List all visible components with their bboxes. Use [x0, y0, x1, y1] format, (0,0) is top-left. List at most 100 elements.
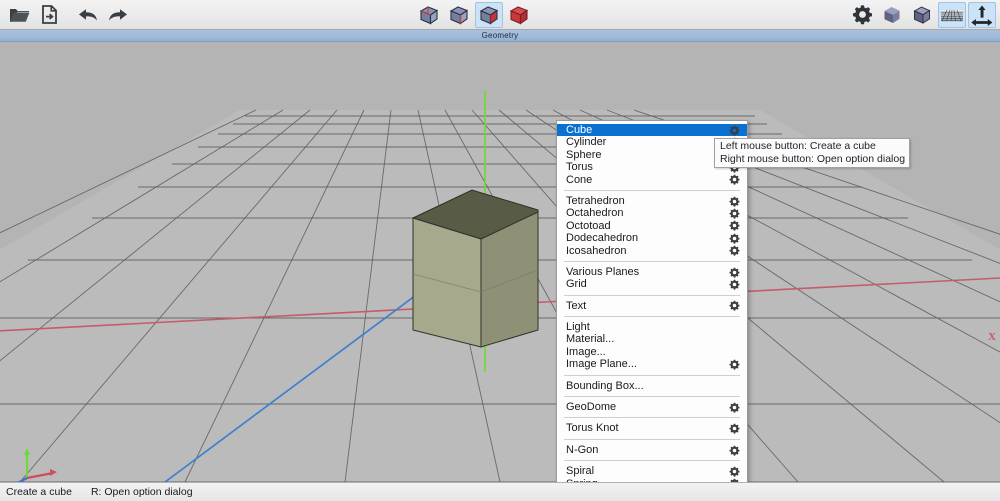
status-shortcut: R: Open option dialog — [90, 486, 193, 498]
menu-item-octahedron[interactable]: Octahedron — [557, 207, 747, 219]
menu-item-label: Cube — [566, 124, 593, 136]
menu-item-n-gon[interactable]: N-Gon — [557, 444, 747, 456]
menu-separator — [564, 374, 740, 376]
geometry-bar[interactable]: Geometry — [0, 30, 1000, 42]
menu-item-options-gear-icon[interactable] — [725, 423, 743, 434]
solid-cube-icon — [884, 6, 900, 23]
show-axis-button[interactable] — [968, 1, 996, 28]
menu-item-label: Grid — [566, 278, 587, 291]
axis-gizmo-icon — [971, 5, 993, 26]
menu-item-options-gear-icon[interactable] — [725, 233, 743, 244]
menu-separator — [564, 396, 740, 398]
display-wireframe-button[interactable] — [415, 2, 443, 28]
undo-button[interactable] — [74, 2, 102, 28]
menu-separator — [564, 260, 740, 262]
menu-item-options-gear-icon[interactable] — [725, 445, 743, 456]
menu-item-options-gear-icon[interactable] — [725, 267, 743, 278]
menu-item-image-plane[interactable]: Image Plane... — [557, 358, 747, 370]
menu-item-label: Octotoad — [566, 219, 611, 232]
toolbar-display-mode-group — [414, 0, 534, 30]
menu-item-label: Cone — [566, 173, 593, 186]
geometry-context-menu[interactable]: Cube Cylinder Sphere Torus Cone Tetrahedron Oc… — [556, 120, 748, 495]
show-grid-button[interactable] — [938, 1, 966, 28]
wire-cube-button[interactable] — [908, 2, 936, 28]
menu-item-image[interactable]: Image... — [557, 346, 747, 358]
menu-item-text[interactable]: Text — [557, 300, 747, 312]
solid-cube-button[interactable] — [878, 2, 906, 28]
menu-item-options-gear-icon[interactable] — [725, 196, 743, 207]
menu-item-options-gear-icon[interactable] — [725, 245, 743, 256]
menu-item-cone[interactable]: Cone — [557, 174, 747, 186]
export-file-button[interactable] — [35, 2, 63, 28]
geometry-bar-title: Geometry — [481, 31, 519, 40]
gear-icon — [729, 125, 739, 136]
menu-group: Bounding Box... — [557, 379, 747, 393]
menu-separator — [564, 294, 740, 296]
menu-separator — [564, 417, 740, 419]
menu-item-options-gear-icon[interactable] — [725, 174, 743, 185]
menu-item-dodecahedron[interactable]: Dodecahedron — [557, 232, 747, 244]
gear-icon — [729, 196, 739, 207]
gear-icon — [729, 267, 739, 278]
viewport-canvas: X Z — [0, 42, 1000, 482]
menu-group: Tetrahedron Octahedron Octotoad Dodecahedro… — [557, 194, 747, 258]
gear-icon — [729, 174, 739, 185]
menu-item-material[interactable]: Material... — [557, 333, 747, 345]
menu-item-label: Bounding Box... — [566, 379, 644, 392]
redo-button[interactable] — [104, 2, 132, 28]
menu-item-options-gear-icon[interactable] — [725, 220, 743, 232]
menu-item-geodome[interactable]: GeoDome — [557, 401, 747, 413]
menu-item-icosahedron[interactable]: Icosahedron — [557, 245, 747, 257]
menu-item-options-gear-icon[interactable] — [725, 125, 743, 136]
application-window: Geometry X Cube Cylinder Sphere Torus Co… — [0, 0, 1000, 501]
gear-icon — [729, 402, 739, 413]
status-bar: Create a cube R: Open option dialog — [0, 482, 1000, 501]
menu-item-label: Sphere — [566, 148, 602, 161]
viewport-3d[interactable]: X Z — [0, 42, 1000, 482]
display-wireframe-icon — [419, 5, 439, 25]
menu-item-various-planes[interactable]: Various Planes — [557, 266, 747, 278]
gear-icon — [729, 279, 739, 290]
open-file-button[interactable] — [5, 2, 33, 28]
menu-item-options-gear-icon[interactable] — [725, 208, 743, 219]
menu-item-tetrahedron[interactable]: Tetrahedron — [557, 195, 747, 207]
menu-item-label: Dodecahedron — [566, 232, 639, 245]
gear-icon — [852, 5, 872, 25]
menu-item-label: Torus Knot — [566, 422, 619, 435]
menu-item-cube[interactable]: Cube — [557, 124, 747, 137]
display-shaded-icon — [509, 5, 529, 25]
toolbar-file-group — [4, 0, 133, 30]
menu-item-label: Light — [566, 321, 590, 334]
menu-item-options-gear-icon[interactable] — [725, 402, 743, 413]
main-toolbar — [0, 0, 1000, 30]
gear-icon — [729, 423, 739, 434]
menu-item-label: Tetrahedron — [566, 194, 625, 207]
menu-item-options-gear-icon[interactable] — [725, 466, 743, 477]
menu-item-options-gear-icon[interactable] — [725, 279, 743, 290]
gear-icon — [729, 301, 739, 311]
settings-button[interactable] — [848, 2, 876, 28]
menu-item-octotoad[interactable]: Octotoad — [557, 220, 747, 232]
display-shaded-wireframe-button[interactable] — [475, 1, 503, 28]
gear-icon — [729, 233, 739, 244]
menu-item-spiral[interactable]: Spiral — [557, 465, 747, 477]
status-hint: Create a cube — [6, 486, 72, 498]
menu-item-light[interactable]: Light — [557, 321, 747, 333]
menu-item-torus-knot[interactable]: Torus Knot — [557, 422, 747, 434]
menu-group: Various Planes Grid — [557, 265, 747, 292]
menu-item-grid[interactable]: Grid — [557, 278, 747, 290]
display-shaded-button[interactable] — [505, 2, 533, 28]
display-hidden-line-button[interactable] — [445, 2, 473, 28]
menu-item-label: Torus — [566, 161, 593, 174]
menu-separator — [564, 316, 740, 318]
menu-item-options-gear-icon[interactable] — [725, 300, 743, 311]
gear-icon — [729, 245, 739, 256]
menu-item-label: Image Plane... — [566, 358, 637, 371]
wire-cube-icon — [913, 5, 931, 24]
menu-item-bounding-box[interactable]: Bounding Box... — [557, 380, 747, 392]
tooltip-line-1: Left mouse button: Create a cube — [720, 140, 876, 152]
export-file-icon — [41, 5, 57, 24]
menu-group: Torus Knot — [557, 421, 747, 435]
menu-item-options-gear-icon[interactable] — [725, 359, 743, 370]
display-shaded-wireframe-icon — [479, 5, 499, 25]
